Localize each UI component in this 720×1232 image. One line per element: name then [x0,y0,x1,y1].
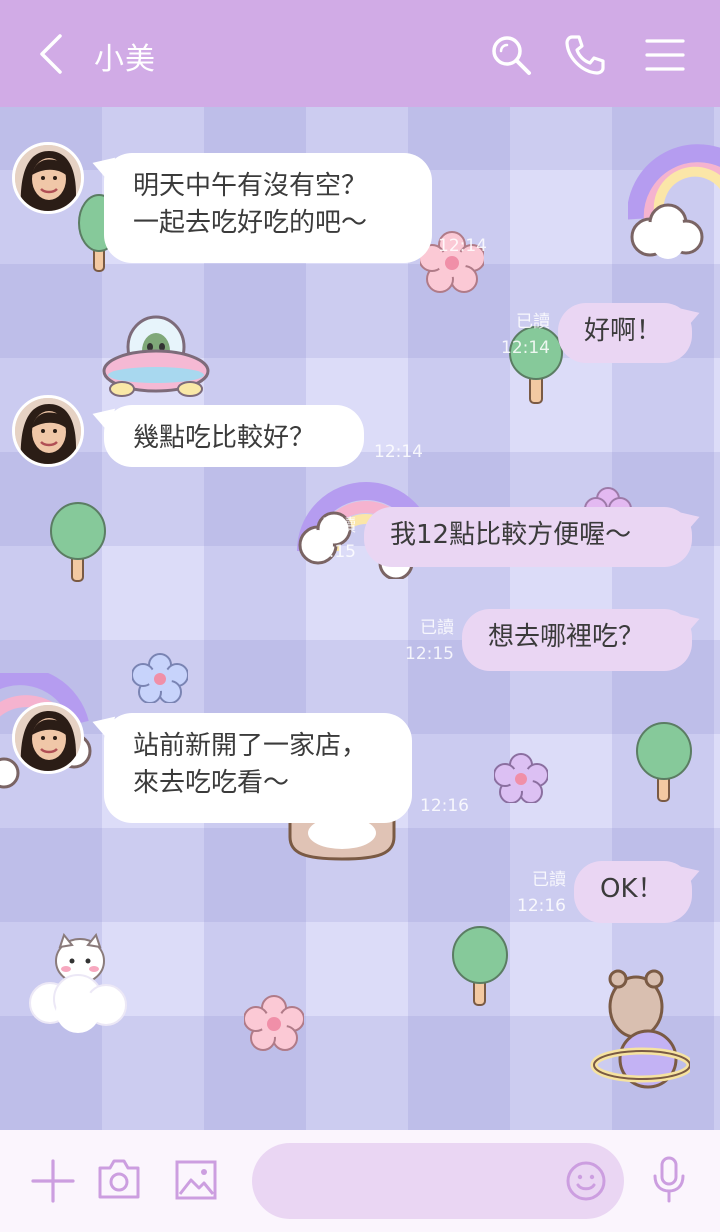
chat-title: 小美 [94,42,156,77]
cat-cloud-decoration [29,933,127,1033]
message-input-bar [0,1130,720,1232]
avatar-photo [15,145,81,211]
microphone-icon [653,1156,685,1203]
ufo-decoration [102,315,210,397]
tree-decoration [50,502,106,582]
incoming-message-bubble[interactable]: 明天中午有沒有空？ 一起去吃好吃的吧～ [104,153,432,263]
bear-planet-decoration [590,969,690,1089]
message-input[interactable] [276,1161,556,1201]
incoming-message-bubble[interactable]: 幾點吃比較好？ [104,405,364,467]
contact-avatar[interactable] [12,142,84,214]
camera-button[interactable] [96,1156,142,1206]
message-time: 12:15 [405,644,454,664]
message-time: 12:14 [438,236,487,256]
incoming-message-bubble[interactable]: 站前新開了一家店， 來去吃吃看～ [104,713,412,823]
message-time: 12:16 [517,896,566,916]
message-time: 12:14 [374,442,423,462]
message-read-status: 已讀 [322,516,356,536]
camera-icon [98,1159,140,1199]
search-icon [492,36,531,75]
flower-decoration [494,753,548,803]
rainbow-cloud-decoration [628,144,720,259]
more-options-button[interactable] [30,1158,76,1208]
image-button[interactable] [174,1158,218,1206]
voice-input-button[interactable] [650,1156,688,1208]
tree-decoration [636,722,692,802]
emoji-button[interactable] [565,1160,607,1206]
chevron-left-icon [40,34,62,74]
contact-avatar[interactable] [12,395,84,467]
outgoing-message-bubble[interactable]: 好啊！ [558,303,692,363]
tree-decoration [452,926,508,1006]
contact-avatar[interactable] [12,702,84,774]
outgoing-message-bubble[interactable]: 想去哪裡吃？ [462,609,692,671]
search-button[interactable] [488,32,534,78]
voice-call-button[interactable] [562,32,608,78]
avatar-photo [15,705,81,771]
smiley-icon [566,1161,606,1201]
chat-area[interactable]: 明天中午有沒有空？ 一起去吃好吃的吧～ 12:14 已讀 12:14 好啊！ 幾… [0,107,720,1130]
message-field[interactable] [252,1143,624,1219]
message-read-status: 已讀 [516,312,550,332]
outgoing-message-bubble[interactable]: 我12點比較方便喔～ [364,507,692,567]
menu-button[interactable] [642,34,688,76]
outgoing-message-bubble[interactable]: OK！ [574,861,692,923]
plus-icon [31,1159,75,1203]
message-time: 12:15 [307,542,356,562]
image-icon [175,1160,217,1200]
message-time: 12:16 [420,796,469,816]
avatar-photo [15,398,81,464]
message-time: 12:14 [501,338,550,358]
chat-header: 小美 [0,0,720,107]
flower-decoration [244,995,304,1051]
phone-icon [565,35,605,75]
flower-decoration [132,653,188,703]
menu-icon [645,39,685,71]
message-read-status: 已讀 [420,618,454,638]
message-read-status: 已讀 [532,870,566,890]
back-button[interactable] [30,30,74,78]
